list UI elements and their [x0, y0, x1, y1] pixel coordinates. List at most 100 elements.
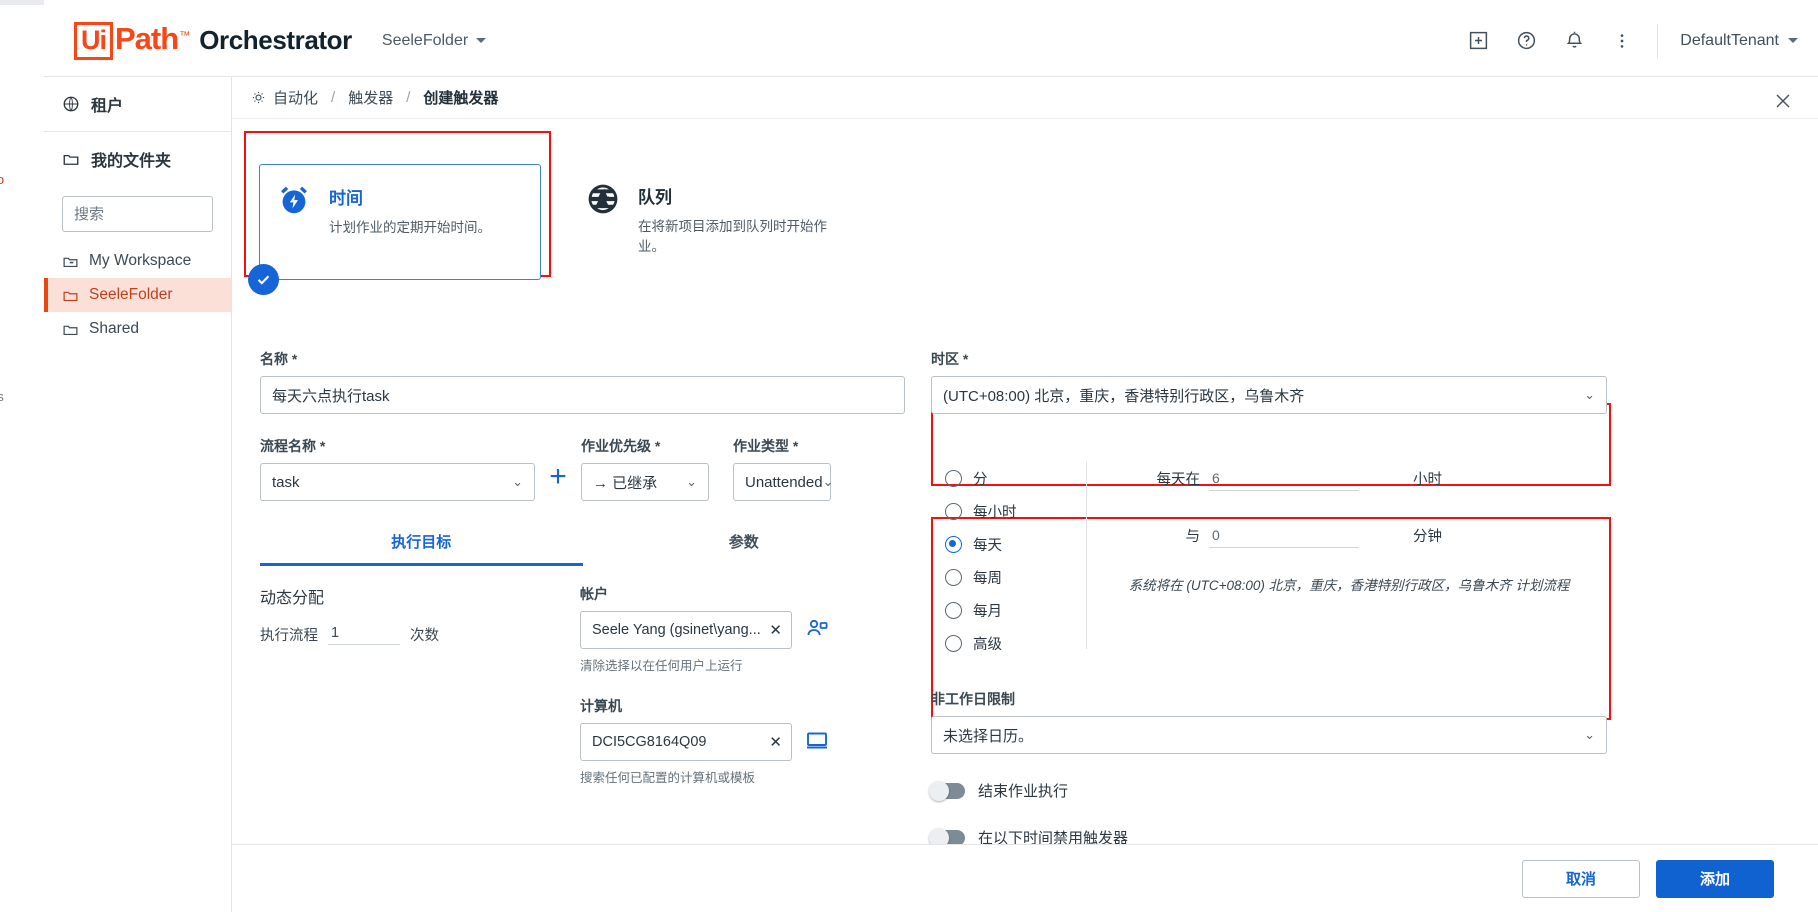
account-hint: 清除选择以在任何用户上运行	[580, 655, 920, 674]
close-icon[interactable]	[1772, 90, 1794, 112]
orchestrator-window: ato es Ui Path ™ Orchestrator SeeleFolde…	[0, 0, 1818, 912]
schedule-note: 系统将在 (UTC+08:00) 北京，重庆，香港特别行政区，乌鲁木齐 计划流程	[1109, 574, 1607, 594]
breadcrumb-automation[interactable]: 自动化	[251, 87, 318, 108]
notifications-bell-icon[interactable]	[1561, 28, 1587, 54]
sidebar-item-label: My Workspace	[89, 252, 191, 270]
sidebar-item-my-workspace[interactable]: My Workspace	[44, 244, 231, 278]
radio-minute[interactable]: 分	[945, 462, 1086, 495]
sidebar-item-label: SeeleFolder	[89, 286, 173, 304]
trigger-name-input[interactable]: 每天六点执行task	[260, 376, 905, 414]
help-circle-icon[interactable]	[1513, 28, 1539, 54]
more-vertical-icon[interactable]	[1609, 28, 1635, 54]
chevron-down-icon: ⌄	[512, 474, 523, 490]
chevron-down-icon: ⌄	[823, 474, 834, 490]
cancel-button[interactable]: 取消	[1522, 860, 1640, 898]
uipath-logo[interactable]: Ui Path ™ Orchestrator	[74, 21, 352, 60]
add-button[interactable]: 添加	[1656, 860, 1774, 898]
calendar-label: 非工作日限制	[931, 689, 1621, 709]
sidebar-item-tenant[interactable]: 租户	[44, 77, 231, 131]
timezone-label: 时区 *	[931, 349, 1621, 369]
radio-label: 每小时	[973, 501, 1017, 522]
sidebar-item-my-folders[interactable]: 我的文件夹	[44, 132, 231, 186]
radio-daily[interactable]: 每天	[945, 528, 1086, 561]
tab-parameters[interactable]: 参数	[583, 531, 906, 566]
run-count-input[interactable]	[328, 625, 400, 645]
machine-input[interactable]: DCI5CG8164Q09 ✕	[580, 723, 792, 761]
radio-hourly[interactable]: 每小时	[945, 495, 1086, 528]
radio-advanced[interactable]: 高级	[945, 627, 1086, 660]
timezone-select[interactable]: (UTC+08:00) 北京，重庆，香港特别行政区，乌鲁木齐 ⌄	[931, 376, 1607, 414]
job-priority-value: → 已继承	[593, 472, 657, 493]
trigger-type-card-time[interactable]: 时间 计划作业的定期开始时间。	[259, 164, 541, 280]
logo-trademark: ™	[179, 30, 190, 42]
folder-selector[interactable]: SeeleFolder	[382, 32, 486, 50]
trigger-type-card-time-body: 时间 计划作业的定期开始时间。	[329, 182, 491, 279]
process-name-select[interactable]: task ⌄	[260, 463, 535, 501]
radio-label: 每周	[973, 567, 1002, 588]
machine-hint: 搜索任何已配置的计算机或模板	[580, 767, 920, 786]
sidebar-item-my-folders-label: 我的文件夹	[91, 147, 171, 171]
job-type-value: Unattended	[745, 474, 823, 491]
left-navigation: 租户 我的文件夹 My Workspace SeeleFolder	[44, 77, 232, 912]
schedule-hour-input[interactable]	[1209, 470, 1359, 491]
top-bar: Ui Path ™ Orchestrator SeeleFolder	[44, 5, 1818, 77]
job-priority-field: 作业优先级 * → 已继承 ⌄	[581, 436, 709, 501]
add-process-button[interactable]: +	[535, 462, 581, 501]
dialog-footer: 取消 添加	[232, 844, 1818, 912]
trigger-type-title: 时间	[329, 184, 491, 209]
background-ghost-text-1: ato	[0, 172, 4, 187]
process-name-field: 流程名称 * task ⌄	[260, 436, 535, 501]
radio-label: 分	[973, 468, 988, 489]
job-priority-select[interactable]: → 已继承 ⌄	[581, 463, 709, 501]
tenant-label: DefaultTenant	[1680, 32, 1779, 50]
breadcrumb-create-trigger: 创建触发器	[423, 87, 498, 108]
dynamic-allocation-title: 动态分配	[260, 584, 580, 608]
sidebar-item-shared[interactable]: Shared	[44, 312, 231, 346]
process-settings-row: 流程名称 * task ⌄ + 作业优先级 * →	[260, 436, 900, 501]
chevron-down-icon: ⌄	[1584, 727, 1595, 743]
schedule-minute-input[interactable]	[1209, 527, 1359, 548]
radio-icon	[945, 635, 962, 652]
radio-label: 高级	[973, 633, 1002, 654]
account-input[interactable]: Seele Yang (gsinet\yang... ✕	[580, 611, 792, 649]
background-top-bar	[0, 0, 44, 5]
trigger-form-body: 时间 计划作业的定期开始时间。	[232, 119, 1818, 879]
process-name-value: task	[272, 474, 300, 491]
selected-check-icon	[248, 264, 279, 295]
top-bar-actions: DefaultTenant	[1465, 24, 1818, 58]
plus-icon: +	[549, 462, 567, 492]
monitor-icon[interactable]	[805, 728, 829, 757]
account-value: Seele Yang (gsinet\yang...	[592, 622, 761, 638]
tenant-selector[interactable]: DefaultTenant	[1680, 32, 1800, 50]
toggle-end-job-execution[interactable]: 结束作业执行	[931, 780, 1621, 801]
clear-machine-icon[interactable]: ✕	[769, 733, 782, 751]
job-type-field: 作业类型 * Unattended ⌄	[733, 436, 831, 501]
add-user-icon[interactable]	[805, 616, 829, 645]
trigger-name-value: 每天六点执行task	[272, 385, 390, 406]
sidebar-item-seelefolder[interactable]: SeeleFolder	[44, 278, 231, 312]
folder-search[interactable]	[62, 196, 213, 232]
radio-weekly[interactable]: 每周	[945, 561, 1086, 594]
machine-label: 计算机	[580, 696, 920, 716]
folder-icon	[62, 321, 79, 338]
clear-account-icon[interactable]: ✕	[769, 621, 782, 639]
breadcrumb-triggers[interactable]: 触发器	[348, 87, 393, 108]
job-type-select[interactable]: Unattended ⌄	[733, 463, 831, 501]
machine-row: DCI5CG8164Q09 ✕	[580, 723, 920, 761]
toggle-switch[interactable]	[931, 783, 965, 799]
run-count-row: 执行流程 次数	[260, 624, 580, 645]
schedule-hour-unit: 小时	[1413, 468, 1442, 491]
add-square-icon[interactable]	[1465, 28, 1491, 54]
breadcrumb-automation-label: 自动化	[273, 87, 318, 108]
background-page-strip: ato es	[0, 0, 44, 912]
breadcrumb-separator: /	[406, 89, 410, 106]
trigger-type-card-queue[interactable]: 队列 在将新项目添加到队列时开始作业。	[569, 164, 869, 280]
calendar-select[interactable]: 未选择日历。 ⌄	[931, 716, 1607, 754]
times-label: 次数	[410, 624, 439, 645]
tab-execution-target[interactable]: 执行目标	[260, 531, 583, 566]
account-label: 帐户	[580, 584, 920, 604]
process-name-label: 流程名称 *	[260, 436, 535, 456]
radio-monthly[interactable]: 每月	[945, 594, 1086, 627]
background-ghost-text-3: es	[0, 389, 4, 404]
folder-selector-label: SeeleFolder	[382, 32, 468, 50]
